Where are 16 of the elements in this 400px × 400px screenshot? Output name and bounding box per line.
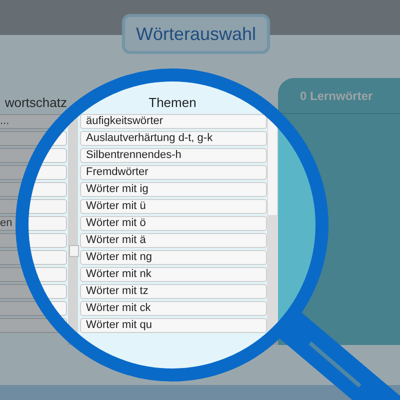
list-item[interactable]: Fremdwörter <box>80 165 267 180</box>
list-item[interactable]: Wörter mit qu <box>80 318 267 333</box>
list-item[interactable]: Wörter mit tz <box>80 284 267 299</box>
window-title: Wörterauswahl <box>136 24 256 44</box>
column-header: Themen <box>148 95 198 110</box>
list-item[interactable]: Wörter mit ä <box>80 233 267 248</box>
list-item[interactable]: Wörter mit ck <box>80 301 267 316</box>
column-header: wortschatz <box>4 95 67 110</box>
list-item[interactable]: Wörter mit nk <box>80 267 267 282</box>
list-item[interactable]: Silbentrennendes-h <box>80 148 267 163</box>
list-item[interactable]: Wörter mit ö <box>80 216 267 231</box>
list-item[interactable]: Wörter mit ig <box>80 182 267 197</box>
list-item[interactable]: Wörter mit ü <box>80 199 267 214</box>
list-item[interactable]: Wörter mit ng <box>80 250 267 265</box>
list-item[interactable]: äufigkeitswörter <box>80 114 267 129</box>
list-item[interactable]: Auslautverhärtung d-t, g-k <box>80 131 267 146</box>
